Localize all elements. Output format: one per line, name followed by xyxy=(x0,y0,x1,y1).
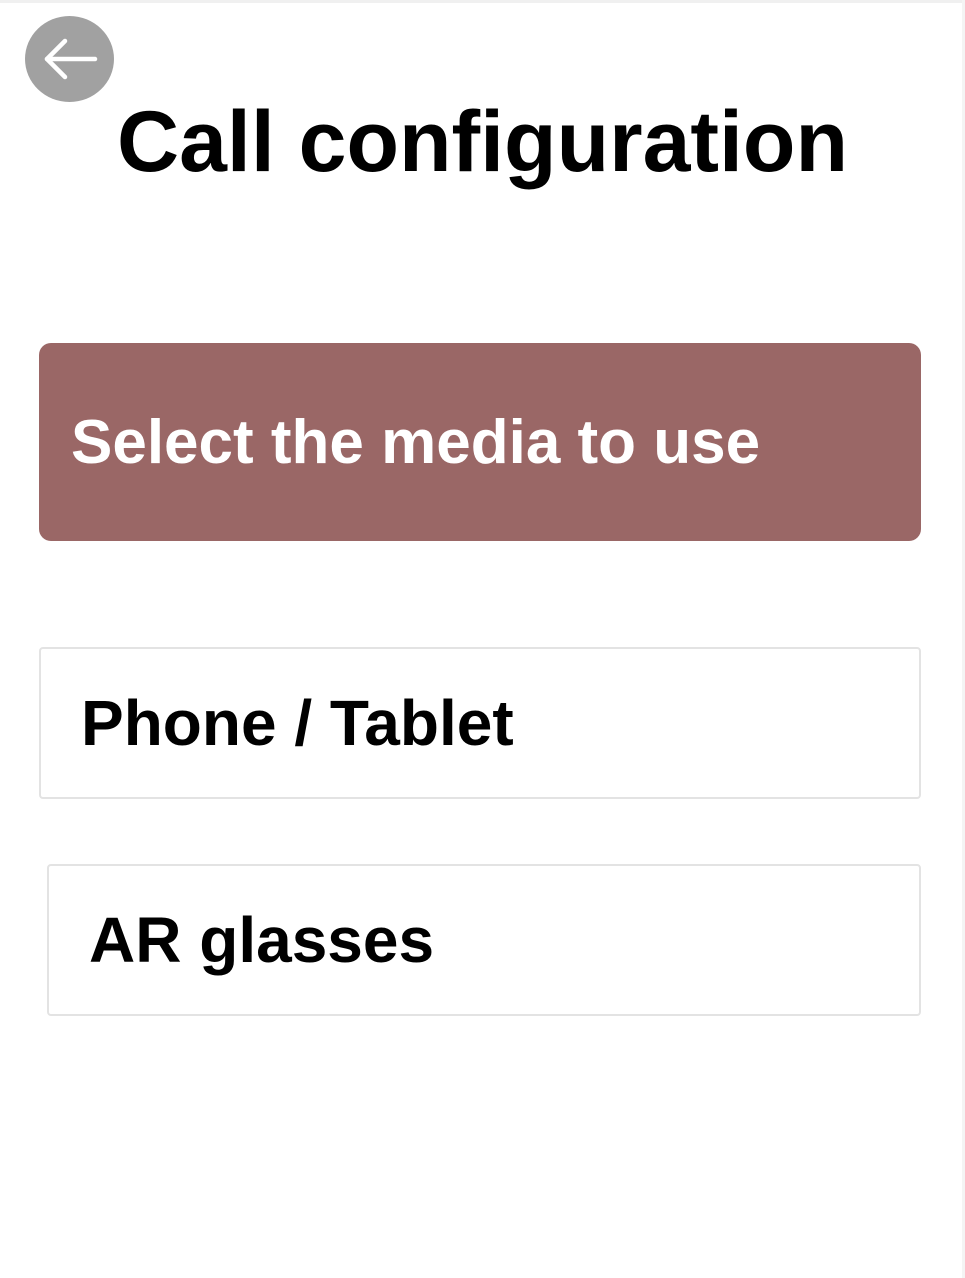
option-phone-tablet-label: Phone / Tablet xyxy=(81,687,514,759)
top-divider xyxy=(0,0,965,3)
option-ar-glasses-button[interactable]: AR glasses xyxy=(47,864,921,1016)
option-phone-tablet-button[interactable]: Phone / Tablet xyxy=(39,647,921,799)
back-button[interactable] xyxy=(25,16,114,102)
arrow-left-icon xyxy=(44,38,97,80)
page-title: Call configuration xyxy=(117,94,848,190)
media-prompt-banner: Select the media to use xyxy=(39,343,921,541)
option-ar-glasses-label: AR glasses xyxy=(89,904,435,976)
media-prompt-text: Select the media to use xyxy=(71,407,761,477)
